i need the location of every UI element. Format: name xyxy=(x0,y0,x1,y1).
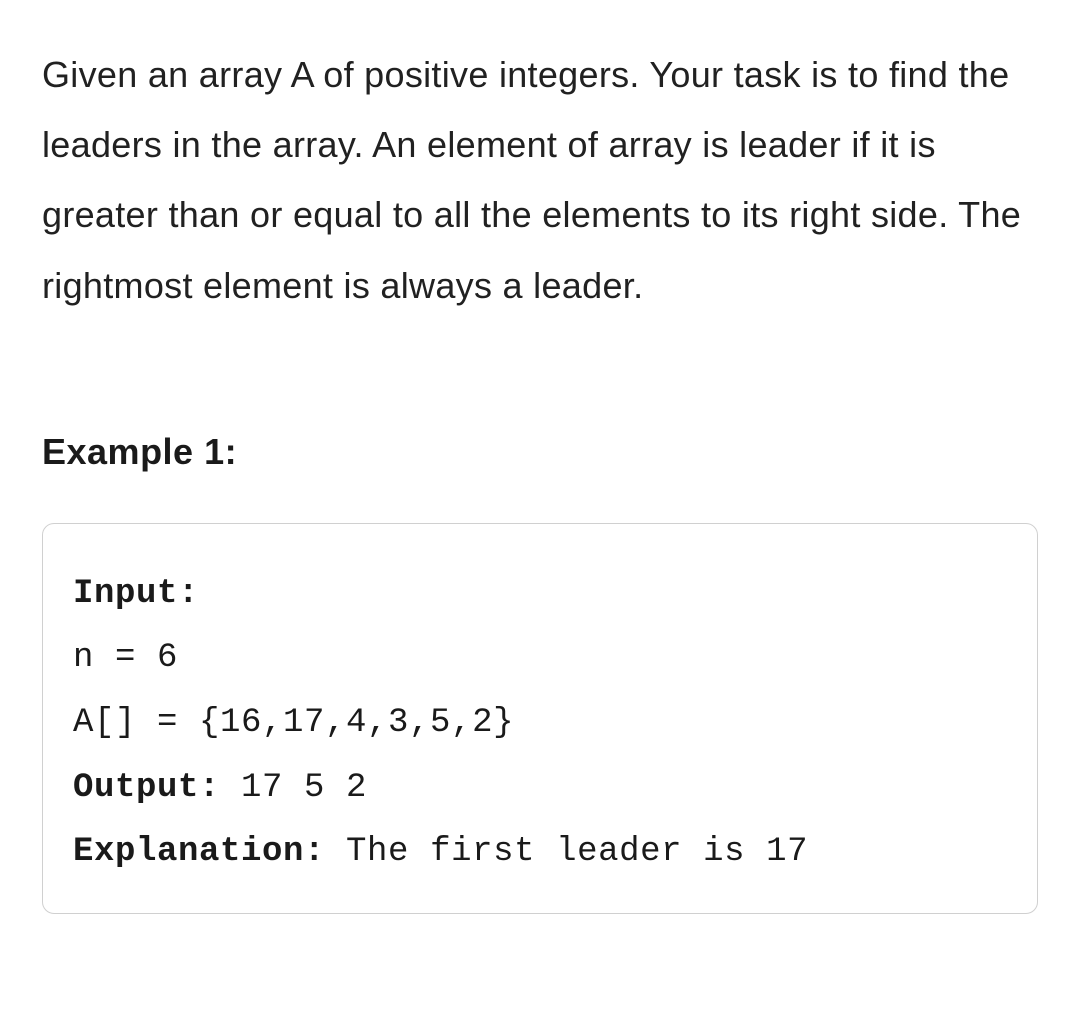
example-heading: Example 1: xyxy=(42,431,1038,473)
problem-description: Given an array A of positive integers. Y… xyxy=(42,40,1038,321)
input-n-line: n = 6 xyxy=(73,626,1007,691)
explanation-label: Explanation: xyxy=(73,833,325,871)
explanation-value: The first leader is 17 xyxy=(325,833,808,871)
input-label: Input: xyxy=(73,575,199,613)
example-code-block: Input: n = 6 A[] = {16,17,4,3,5,2} Outpu… xyxy=(42,523,1038,914)
input-array-line: A[] = {16,17,4,3,5,2} xyxy=(73,691,1007,756)
output-label: Output: xyxy=(73,769,220,807)
output-value: 17 5 2 xyxy=(220,769,367,807)
